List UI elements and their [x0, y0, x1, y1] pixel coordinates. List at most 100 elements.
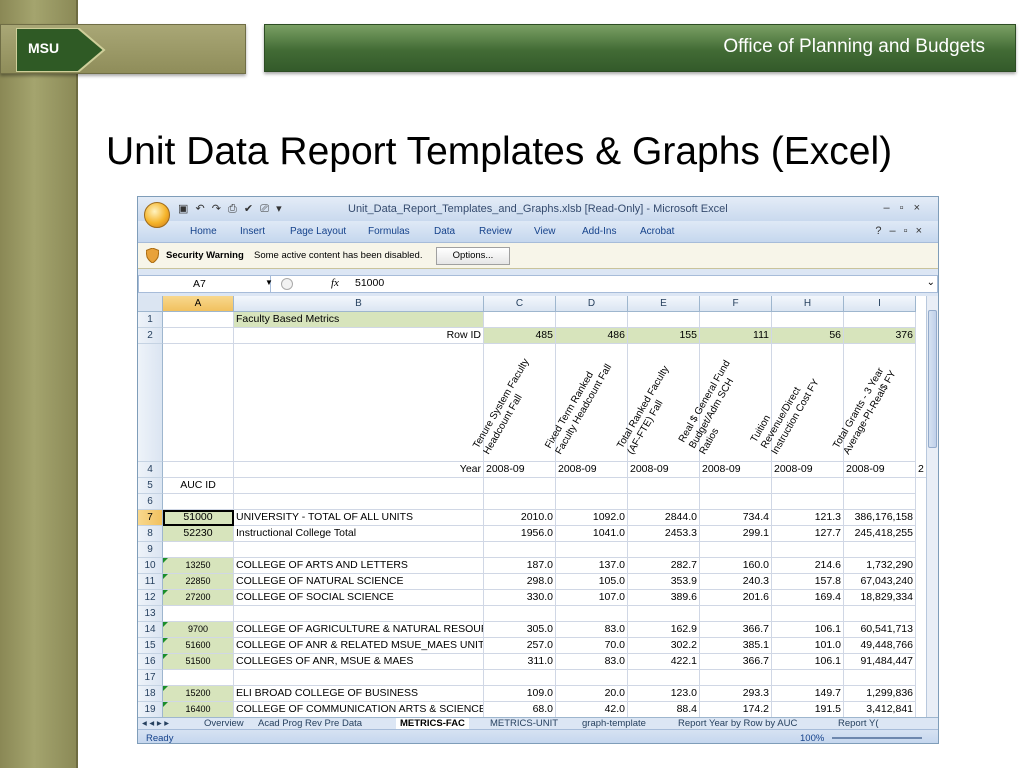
unit-name-cell[interactable]: Instructional College Total: [234, 526, 484, 542]
value-cell[interactable]: 169.4: [772, 590, 844, 606]
value-cell[interactable]: 107.0: [556, 590, 628, 606]
row-header[interactable]: 1: [138, 312, 163, 328]
value-cell[interactable]: 88.4: [628, 702, 700, 717]
value-cell[interactable]: 83.0: [556, 622, 628, 638]
row-header[interactable]: 13: [138, 606, 163, 622]
value-cell[interactable]: 67,043,240: [844, 574, 916, 590]
value-cell[interactable]: 70.0: [556, 638, 628, 654]
value-cell[interactable]: 18,829,334: [844, 590, 916, 606]
value-cell[interactable]: 187.0: [484, 558, 556, 574]
vertical-scroll-thumb[interactable]: [928, 310, 937, 448]
value-cell[interactable]: 330.0: [484, 590, 556, 606]
unit-name-cell[interactable]: COLLEGES OF ANR, MSUE & MAES: [234, 654, 484, 670]
value-cell[interactable]: 174.2: [700, 702, 772, 717]
sheet-nav-icon[interactable]: ◂ ◂ ▸ ▸: [142, 718, 169, 729]
value-cell[interactable]: 302.2: [628, 638, 700, 654]
quick-access-toolbar[interactable]: ▣ ↶ ↷ ⎙ ✔ ⎚ ▾: [178, 202, 284, 216]
row-header[interactable]: 12: [138, 590, 163, 606]
row-id-value[interactable]: 485: [484, 328, 556, 344]
auc-id-cell[interactable]: 16400: [163, 702, 234, 717]
value-cell[interactable]: 60,541,713: [844, 622, 916, 638]
column-header-b[interactable]: B: [234, 296, 484, 312]
tab-formulas[interactable]: Formulas: [368, 226, 410, 237]
row-header[interactable]: 18: [138, 686, 163, 702]
workbook-restore-icon[interactable]: ▫: [904, 225, 916, 237]
unit-name-cell[interactable]: UNIVERSITY - TOTAL OF ALL UNITS: [234, 510, 484, 526]
value-cell[interactable]: 121.3: [772, 510, 844, 526]
value-cell[interactable]: 201.6: [700, 590, 772, 606]
workbook-minimize-icon[interactable]: –: [890, 225, 904, 237]
table-cell[interactable]: [700, 494, 772, 510]
value-cell[interactable]: 353.9: [628, 574, 700, 590]
select-all-corner[interactable]: [138, 296, 163, 312]
table-cell[interactable]: [484, 670, 556, 686]
auc-id-cell[interactable]: 13250: [163, 558, 234, 574]
table-cell[interactable]: [700, 670, 772, 686]
value-cell[interactable]: 109.0: [484, 686, 556, 702]
table-cell[interactable]: [234, 542, 484, 558]
version-label[interactable]: Version: [163, 344, 234, 462]
row-header[interactable]: 15: [138, 638, 163, 654]
row-header[interactable]: 14: [138, 622, 163, 638]
table-cell[interactable]: [628, 670, 700, 686]
row-header[interactable]: 9: [138, 542, 163, 558]
sheet-heading[interactable]: Faculty Based Metrics: [234, 312, 484, 328]
table-cell[interactable]: [844, 478, 916, 494]
print-preview-icon[interactable]: ⎙: [228, 203, 239, 215]
table-cell[interactable]: [234, 478, 484, 494]
year-value[interactable]: 2008-09: [700, 462, 772, 478]
sheet-tab[interactable]: METRICS-UNIT: [490, 718, 558, 729]
column-header-c[interactable]: C: [484, 296, 556, 312]
value-cell[interactable]: 214.6: [772, 558, 844, 574]
value-cell[interactable]: 240.3: [700, 574, 772, 590]
tab-data[interactable]: Data: [434, 226, 455, 237]
row-header[interactable]: 19: [138, 702, 163, 717]
value-cell[interactable]: 149.7: [772, 686, 844, 702]
save-icon[interactable]: ▣: [178, 203, 190, 215]
expand-formula-bar-icon[interactable]: ⌄: [927, 277, 935, 288]
value-cell[interactable]: 366.7: [700, 622, 772, 638]
table-cell[interactable]: [556, 670, 628, 686]
redo-icon[interactable]: ↷: [212, 203, 223, 215]
value-cell[interactable]: 105.0: [556, 574, 628, 590]
value-cell[interactable]: 389.6: [628, 590, 700, 606]
undo-icon[interactable]: ↶: [195, 203, 206, 215]
row-header[interactable]: 3: [138, 344, 163, 510]
table-cell[interactable]: [844, 494, 916, 510]
value-cell[interactable]: 2010.0: [484, 510, 556, 526]
column-header-a[interactable]: A: [163, 296, 234, 312]
vertical-scrollbar[interactable]: [926, 296, 938, 717]
tab-add-ins[interactable]: Add-Ins: [582, 226, 616, 237]
help-icon[interactable]: ?: [875, 225, 889, 237]
table-cell[interactable]: [700, 606, 772, 622]
sheet-tab[interactable]: graph-template: [582, 718, 646, 729]
quick-print-icon[interactable]: ⎚: [260, 203, 271, 215]
table-cell[interactable]: [556, 606, 628, 622]
table-cell[interactable]: [484, 312, 556, 328]
table-cell[interactable]: [700, 478, 772, 494]
value-cell[interactable]: 1956.0: [484, 526, 556, 542]
value-cell[interactable]: 1,732,290: [844, 558, 916, 574]
value-cell[interactable]: 1092.0: [556, 510, 628, 526]
column-header-e[interactable]: E: [628, 296, 700, 312]
auc-id-cell[interactable]: 51000: [163, 510, 234, 526]
table-cell[interactable]: [234, 670, 484, 686]
value-cell[interactable]: 42.0: [556, 702, 628, 717]
value-cell[interactable]: 101.0: [772, 638, 844, 654]
value-cell[interactable]: 127.7: [772, 526, 844, 542]
table-cell[interactable]: [556, 312, 628, 328]
table-cell[interactable]: [628, 542, 700, 558]
auc-id-cell[interactable]: 51500: [163, 654, 234, 670]
sheet-tab[interactable]: METRICS-FAC: [396, 718, 469, 729]
sheet-tab[interactable]: Report Year by Row by AUC: [678, 718, 797, 729]
value-cell[interactable]: 20.0: [556, 686, 628, 702]
value-cell[interactable]: 106.1: [772, 622, 844, 638]
value-cell[interactable]: 1,299,836: [844, 686, 916, 702]
table-cell[interactable]: [844, 670, 916, 686]
value-cell[interactable]: 734.4: [700, 510, 772, 526]
table-cell[interactable]: [556, 542, 628, 558]
sheet-tab[interactable]: Overview: [204, 718, 244, 729]
zoom-level[interactable]: 100%: [800, 733, 824, 743]
minimize-icon[interactable]: –: [884, 202, 900, 214]
row-header[interactable]: 11: [138, 574, 163, 590]
